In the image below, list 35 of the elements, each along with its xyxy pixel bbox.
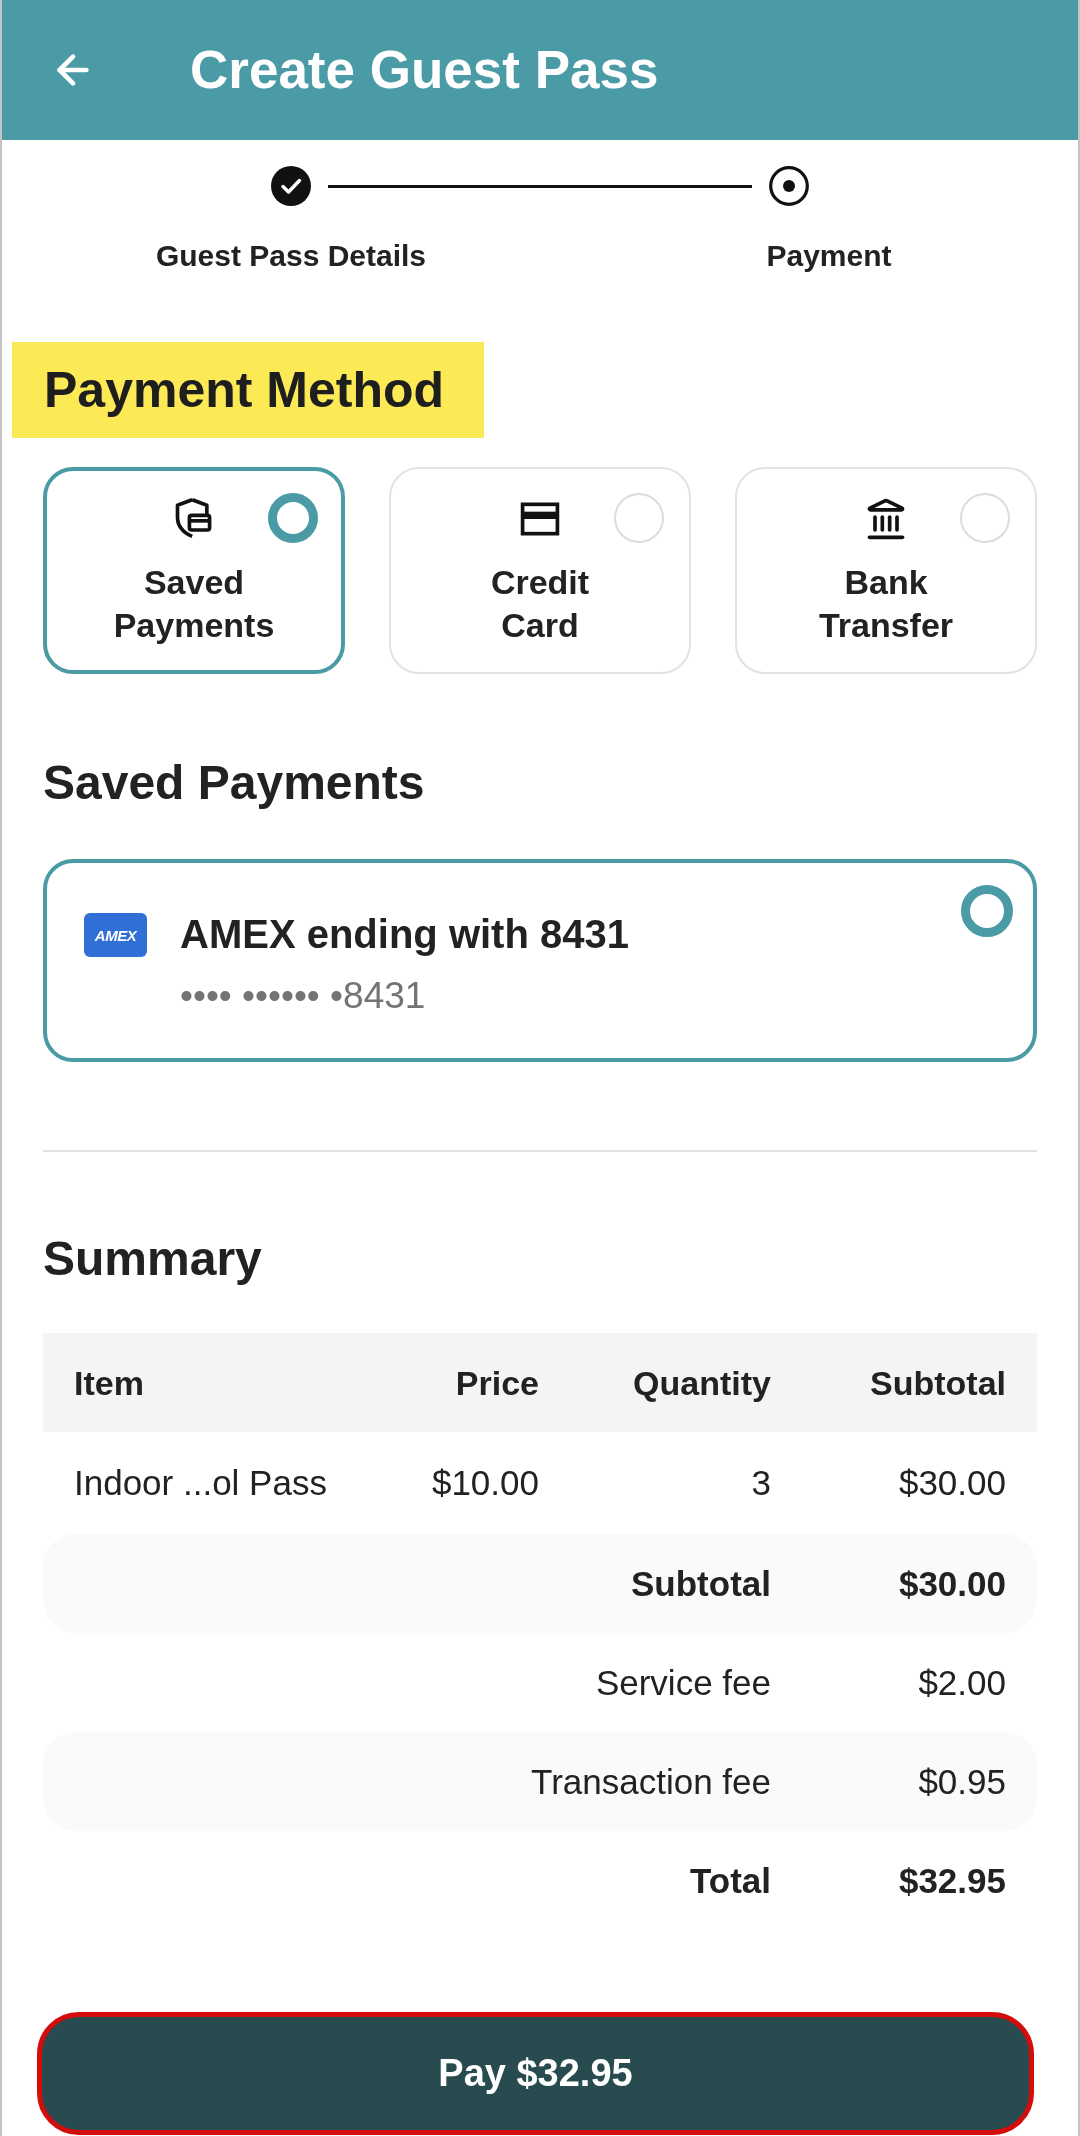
payment-option-card[interactable]: Bank Transfer: [735, 467, 1037, 674]
option-label: Saved Payments: [113, 562, 275, 646]
step-label: Payment: [766, 238, 892, 274]
section-heading: Summary: [43, 1231, 262, 1287]
summary-value: $0.95: [918, 1760, 1006, 1803]
option-label: Bank Transfer: [818, 562, 954, 646]
column-header: Price: [455, 1362, 539, 1404]
radio-button[interactable]: [268, 493, 318, 543]
card-brand-logo: AMEX: [84, 913, 147, 957]
column-header: Subtotal: [870, 1362, 1006, 1404]
page-title: Create Guest Pass: [190, 39, 659, 101]
saved-card[interactable]: AMEX AMEX ending with 8431 •••• •••••• •8431: [43, 859, 1037, 1062]
summary-label: Subtotal: [631, 1562, 771, 1605]
table-cell-text: $10.00: [431, 1462, 539, 1504]
payment-option-card[interactable]: Saved Payments: [43, 467, 345, 674]
table-cell-text: 3: [751, 1462, 771, 1504]
section-heading: Saved Payments: [43, 755, 425, 811]
summary-label: Service fee: [595, 1661, 771, 1704]
step-label: Guest Pass Details: [155, 238, 427, 274]
summary-value: $30.00: [898, 1562, 1006, 1605]
summary-label: Transaction fee: [531, 1760, 771, 1803]
pay-button[interactable]: Pay $32.95: [37, 2012, 1034, 2135]
summary-label: Total: [690, 1859, 771, 1902]
radio-button[interactable]: [961, 885, 1013, 937]
column-header: Item: [74, 1362, 144, 1404]
summary-value: $2.00: [918, 1661, 1006, 1704]
table-cell-text: Indoor ...ol Pass: [74, 1462, 327, 1504]
table-cell-text: $30.00: [898, 1462, 1006, 1504]
column-header: Quantity: [633, 1362, 771, 1404]
option-label: Credit Card: [490, 562, 590, 646]
masked-card-number: •••• •••••• •8431: [180, 974, 426, 1018]
payment-option-card[interactable]: Credit Card: [389, 467, 691, 674]
summary-value: $32.95: [898, 1859, 1006, 1902]
section-heading: Payment Method: [12, 342, 485, 438]
card-title: AMEX ending with 8431: [180, 911, 629, 958]
